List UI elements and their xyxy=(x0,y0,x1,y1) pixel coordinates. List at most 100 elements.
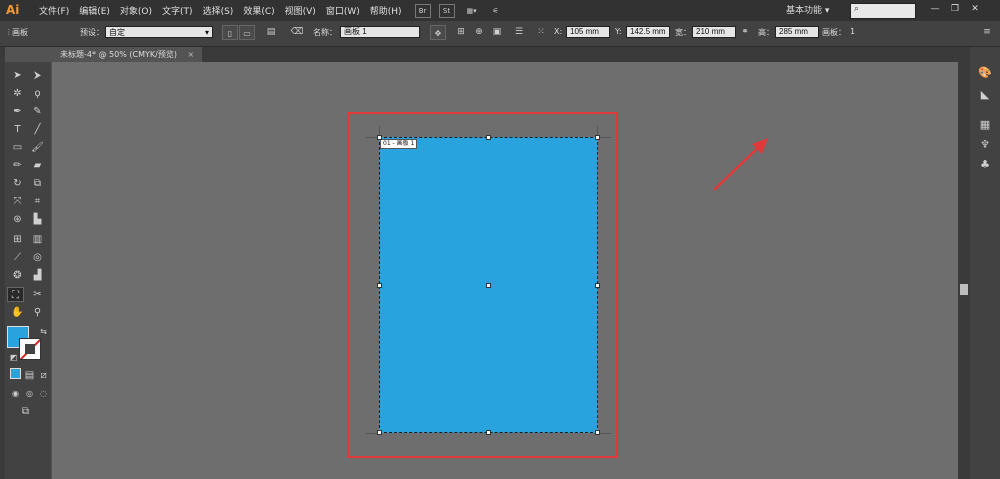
default-colors-icon[interactable]: ◩ xyxy=(5,350,22,365)
hand-tool-icon[interactable]: ✋ xyxy=(9,305,26,320)
link-icon[interactable]: ⚭ xyxy=(738,26,752,39)
menu-view[interactable]: 视图(V) xyxy=(285,4,316,17)
symbols-icon[interactable]: ♣ xyxy=(977,157,993,173)
curvature-tool-icon[interactable]: ✎ xyxy=(29,104,46,119)
height-label: 高： xyxy=(758,28,774,37)
workspace-switcher[interactable]: 基本功能 ▾ xyxy=(786,3,829,16)
tools-panel: ➤ ⮞ ✲ ϙ ✒ ✎ T ╱ ▭ 🖌 ✏ ▰ ↻ ⧉ ⤧ ⌗ ⊛ ▙ ⊞ ▥ … xyxy=(5,62,51,479)
rotate-tool-icon[interactable]: ↻ xyxy=(9,176,26,191)
lasso-tool-icon[interactable]: ϙ xyxy=(29,86,46,101)
stock-icon[interactable]: St xyxy=(438,3,455,18)
swap-fill-stroke-icon[interactable]: ⇆ xyxy=(35,324,52,339)
height-input[interactable] xyxy=(775,26,819,38)
landscape-button[interactable]: ▭ xyxy=(239,25,255,40)
artboards-label: 画板： xyxy=(822,28,846,37)
swatches-icon[interactable]: ▦ xyxy=(977,117,993,133)
delete-artboard-icon[interactable]: ⌫ xyxy=(290,26,304,39)
artboard-options-icon[interactable]: ☰ xyxy=(512,26,526,39)
width-tool-icon[interactable]: ⤧ xyxy=(9,194,26,209)
x-label: X: xyxy=(554,27,563,36)
gpu-performance-icon[interactable]: ⚟ xyxy=(489,5,503,17)
slice-tool-icon[interactable]: ✂ xyxy=(29,287,46,302)
eyedropper-tool-icon[interactable]: ⟋ xyxy=(9,250,26,265)
highlight-annotation-box xyxy=(347,112,618,458)
rectangle-tool-icon[interactable]: ▭ xyxy=(9,140,26,155)
show-crosshairs-icon[interactable]: ⊕ xyxy=(472,26,486,39)
new-artboard-icon[interactable]: ▤ xyxy=(264,26,278,39)
gradient-tool-icon[interactable]: ▥ xyxy=(29,232,46,247)
arrange-documents-icon[interactable]: ▦▾ xyxy=(463,5,481,17)
preset-value: 自定 xyxy=(109,28,125,37)
preset-label: 预设： xyxy=(80,28,104,37)
artboard-tool-icon[interactable]: ⛶ xyxy=(7,287,24,302)
pencil-tool-icon[interactable]: ✏ xyxy=(9,158,26,173)
menu-window[interactable]: 窗口(W) xyxy=(326,4,360,17)
line-tool-icon[interactable]: ╱ xyxy=(29,122,46,137)
mesh-tool-icon[interactable]: ⊞ xyxy=(9,232,26,247)
column-graph-tool-icon[interactable]: ▟ xyxy=(29,268,46,283)
show-video-safe-icon[interactable]: ▣ xyxy=(490,26,504,39)
menu-select[interactable]: 选择(S) xyxy=(203,4,234,17)
close-button[interactable]: ✕ xyxy=(968,3,982,16)
artboard-name-input[interactable] xyxy=(340,26,420,38)
menu-type[interactable]: 文字(T) xyxy=(162,4,193,17)
selection-tool-icon[interactable]: ➤ xyxy=(9,68,26,83)
menu-object[interactable]: 对象(O) xyxy=(120,4,152,17)
blend-tool-icon[interactable]: ◎ xyxy=(29,250,46,265)
stroke-inner-icon xyxy=(25,344,35,354)
document-tab-title: 未标题-4* @ 50% (CMYK/预览) xyxy=(60,50,177,59)
shape-builder-tool-icon[interactable]: ⊛ xyxy=(9,212,26,227)
right-panel-dock: 🎨 ◣ ▦ ♆ ♣ xyxy=(970,47,1000,479)
magic-wand-tool-icon[interactable]: ✲ xyxy=(9,86,26,101)
preset-select[interactable]: 自定 ▾ xyxy=(105,26,213,38)
artboards-count: 1 xyxy=(850,27,856,36)
eraser-tool-icon[interactable]: ▰ xyxy=(29,158,46,173)
reference-point-icon[interactable]: ⁙ xyxy=(534,26,548,39)
menu-effect[interactable]: 效果(C) xyxy=(243,4,274,17)
width-input[interactable] xyxy=(692,26,736,38)
pen-tool-icon[interactable]: ✒ xyxy=(9,104,26,119)
free-transform-tool-icon[interactable]: ⌗ xyxy=(29,194,46,209)
document-tab-bar: 未标题-4* @ 50% (CMYK/预览) × xyxy=(52,47,972,62)
minimize-button[interactable]: — xyxy=(928,3,942,16)
scale-tool-icon[interactable]: ⧉ xyxy=(29,176,46,191)
y-input[interactable] xyxy=(626,26,670,38)
workspace-label: 基本功能 xyxy=(786,6,823,16)
panel-menu-icon[interactable]: ≡ xyxy=(980,26,994,39)
width-label: 宽： xyxy=(675,28,691,37)
screen-mode-icon[interactable]: ⧉ xyxy=(17,404,34,419)
zoom-tool-icon[interactable]: ⚲ xyxy=(29,305,46,320)
menu-help[interactable]: 帮助(H) xyxy=(370,4,402,17)
name-label: 名称： xyxy=(313,28,337,37)
brushes-icon[interactable]: ♆ xyxy=(977,137,993,153)
color-panel-icon[interactable]: 🎨 xyxy=(977,65,993,81)
symbol-sprayer-tool-icon[interactable]: ❂ xyxy=(9,268,26,283)
arrow-annotation-icon xyxy=(713,138,768,191)
stroke-swatch[interactable] xyxy=(19,338,41,360)
portrait-button[interactable]: ▯ xyxy=(222,25,238,40)
direct-selection-tool-icon[interactable]: ⮞ xyxy=(29,68,46,83)
paintbrush-tool-icon[interactable]: 🖌 xyxy=(29,140,46,155)
canvas-area[interactable]: 01 - 画板 1 xyxy=(52,62,958,479)
color-guide-icon[interactable]: ◣ xyxy=(977,87,993,103)
menu-edit[interactable]: 编辑(E) xyxy=(79,4,110,17)
menu-file[interactable]: 文件(F) xyxy=(39,4,69,17)
draw-inside-icon[interactable]: ◌ xyxy=(35,386,52,401)
document-tab[interactable]: 未标题-4* @ 50% (CMYK/预览) × xyxy=(52,47,203,62)
vertical-scrollbar[interactable] xyxy=(958,62,970,479)
scrollbar-thumb[interactable] xyxy=(960,284,968,295)
move-copy-artwork-icon[interactable]: ✥ xyxy=(430,25,446,40)
bridge-icon[interactable]: Br xyxy=(414,3,431,18)
y-label: Y: xyxy=(615,27,622,36)
panel-label: 画板 xyxy=(12,28,28,37)
type-tool-icon[interactable]: T xyxy=(9,122,26,137)
close-icon[interactable]: × xyxy=(188,50,195,59)
none-mode-icon[interactable]: ⧄ xyxy=(35,368,52,383)
perspective-grid-tool-icon[interactable]: ▙ xyxy=(29,212,46,227)
show-center-mark-icon[interactable]: ⊞ xyxy=(454,26,468,39)
restore-button[interactable]: ❐ xyxy=(948,3,962,16)
app-logo: Ai xyxy=(6,3,20,17)
search-field[interactable]: ⌕ xyxy=(850,3,916,19)
chevron-down-icon: ▾ xyxy=(824,6,830,16)
x-input[interactable] xyxy=(566,26,610,38)
